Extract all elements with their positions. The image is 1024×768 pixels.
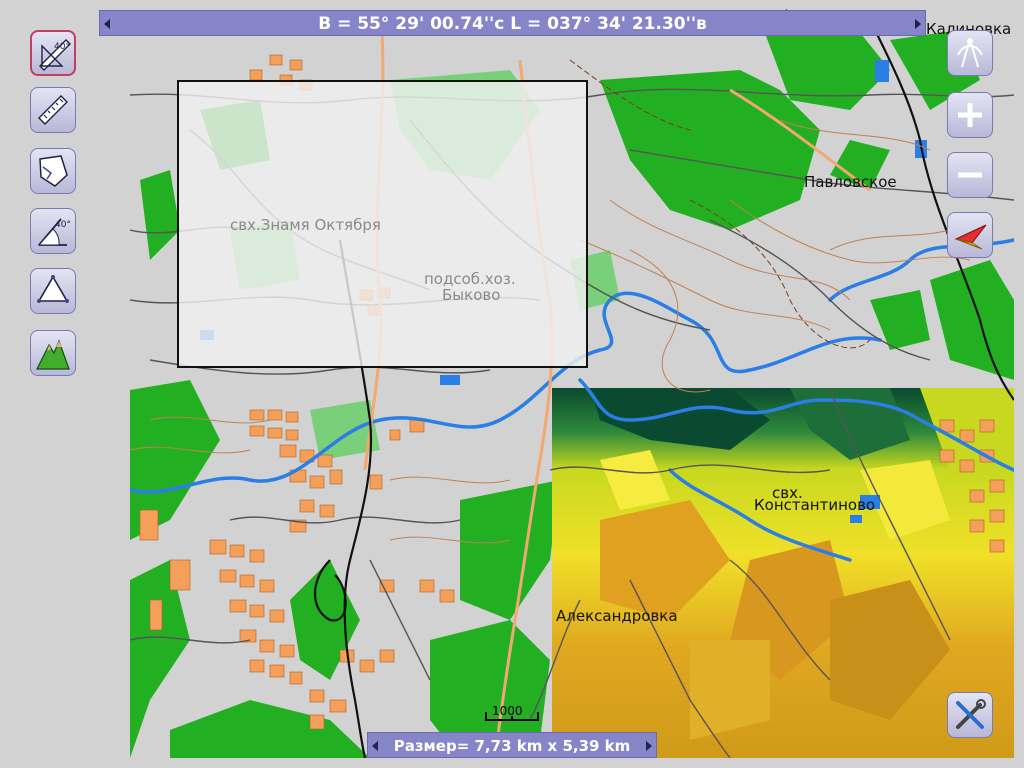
area-tool-button[interactable] <box>30 148 76 194</box>
wrench-screwdriver-icon <box>956 699 986 729</box>
angle-value: 40° <box>55 220 71 230</box>
map-canvas[interactable] <box>130 0 1014 758</box>
size-text: Размер= 7,73 km x 5,39 km <box>393 737 631 755</box>
angle-value: 40° <box>54 42 70 52</box>
angle-icon: 40° <box>37 218 71 246</box>
ruler-tool-button[interactable] <box>30 87 76 133</box>
polygon-tool-button[interactable] <box>30 268 76 314</box>
label-aleksandrovka: Александровка <box>556 607 678 625</box>
label-bykovo: Быково <box>442 286 501 304</box>
label-pavlovskoe: Павловское <box>804 173 897 191</box>
triangle-left-icon <box>104 19 110 29</box>
minus-icon <box>958 172 982 178</box>
polygon-area-icon <box>39 155 68 187</box>
zoom-out-button[interactable] <box>947 152 993 198</box>
triangle-right-icon <box>646 741 652 751</box>
coordinate-text: B = 55° 29' 00.74''с L = 037° 34' 21.30'… <box>318 14 707 34</box>
plus-icon <box>958 103 982 127</box>
label-znamya: свх.Знамя Октября <box>230 216 381 234</box>
angle-tool-button[interactable]: 40° <box>30 208 76 254</box>
north-arrow-button[interactable] <box>947 212 993 258</box>
label-konstantinovo: Константиново <box>754 496 876 514</box>
zoom-in-button[interactable] <box>947 92 993 138</box>
protractor-ruler-icon: 40° <box>39 39 71 71</box>
size-readout: Размер= 7,73 km x 5,39 km <box>367 732 657 758</box>
mountain-profile-icon <box>36 339 70 370</box>
elevation-overlay <box>552 388 1014 758</box>
scale-bar-label: 1000 <box>492 704 523 718</box>
compass-icon <box>957 38 983 68</box>
triangle-left-icon <box>372 741 378 751</box>
terrain-profile-tool-button[interactable] <box>30 330 76 376</box>
triangle-polygon-icon <box>37 275 69 303</box>
angle-measure-tool-button[interactable]: 40° <box>30 30 76 76</box>
north-arrow-icon <box>954 224 987 250</box>
settings-button[interactable] <box>947 692 993 738</box>
coordinate-readout: B = 55° 29' 00.74''с L = 037° 34' 21.30'… <box>99 10 926 36</box>
ruler-icon <box>38 95 68 125</box>
compass-button[interactable] <box>947 30 993 76</box>
triangle-right-icon <box>915 19 921 29</box>
